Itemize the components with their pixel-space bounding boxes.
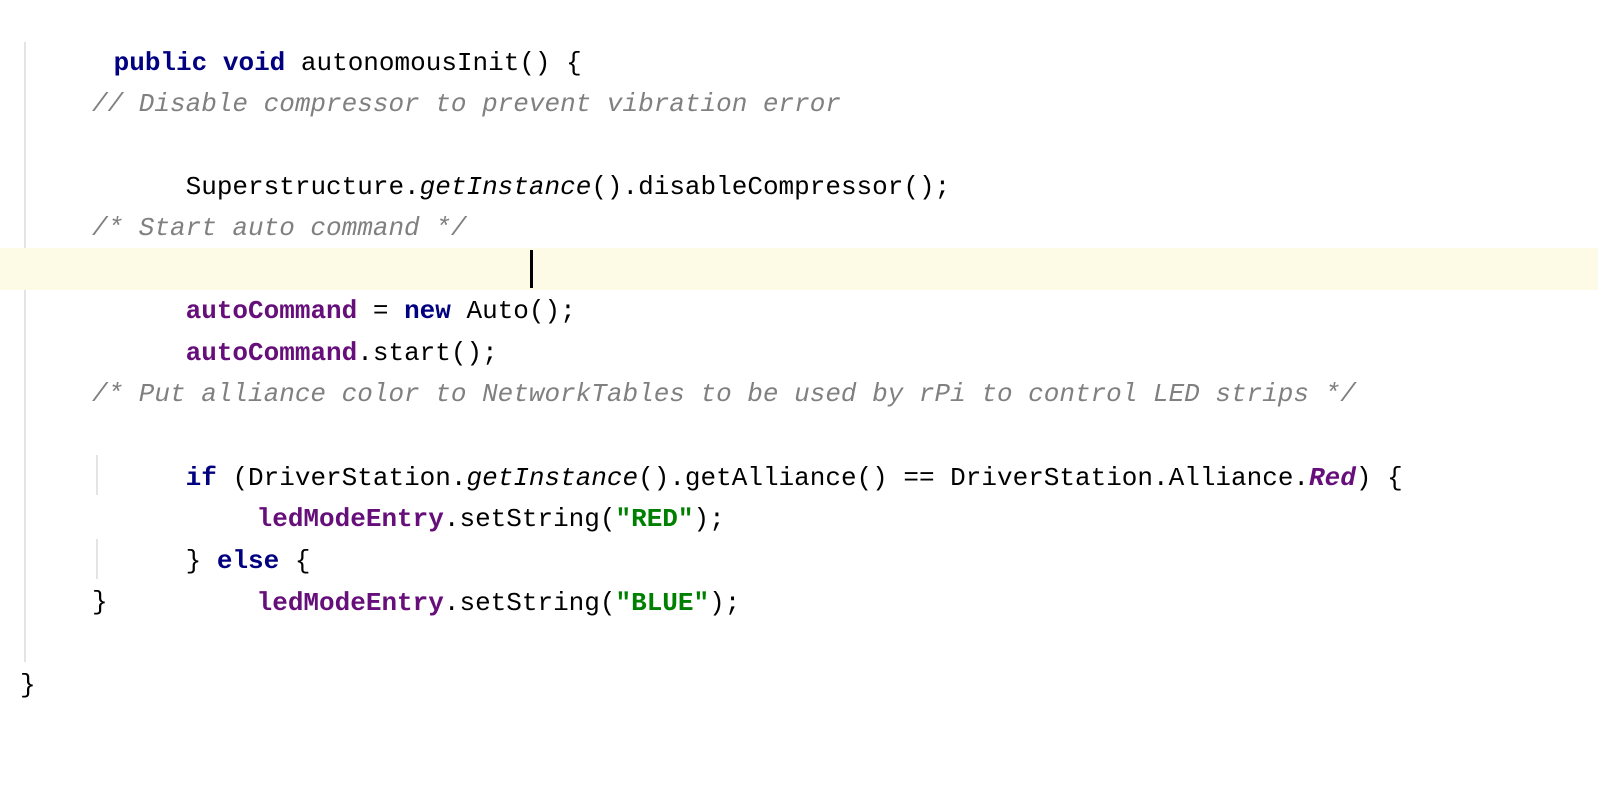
code-line-7-current[interactable]: autoCommand = new Auto(); — [0, 248, 1598, 326]
text-caret — [530, 250, 533, 288]
method-close-brace: } — [20, 670, 36, 700]
static-method-call: getInstance — [419, 172, 592, 202]
code-line-11[interactable]: if (DriverStation.getInstance().getAllia… — [0, 415, 1598, 493]
code-line-10[interactable]: /* Put alliance color to NetworkTables t… — [0, 373, 1598, 415]
code-line-17[interactable]: } — [0, 664, 1598, 706]
keyword-public: public — [113, 48, 208, 78]
code-line-14[interactable]: ledModeEntry.setString("BLUE"); — [0, 540, 1598, 618]
field-autoCommand: autoCommand — [185, 338, 358, 368]
code-line-4[interactable]: Superstructure.getInstance().disableComp… — [0, 124, 1598, 202]
method-signature: autonomousInit() { — [300, 48, 582, 78]
code-line-15[interactable]: } — [0, 581, 1598, 623]
code-line-13[interactable]: } else { — [0, 498, 1598, 576]
class-reference: Superstructure. — [185, 172, 420, 202]
comment-alliance-color: /* Put alliance color to NetworkTables t… — [92, 379, 1356, 409]
code-line-6[interactable]: /* Start auto command */ — [0, 207, 1598, 249]
code-line-8[interactable]: autoCommand.start(); — [0, 290, 1598, 368]
method-call-start: .start(); — [357, 338, 498, 368]
close-brace: } — [92, 587, 108, 617]
keyword-void: void — [222, 48, 286, 78]
code-editor[interactable]: public void autonomousInit() { // Disabl… — [0, 0, 1598, 733]
code-line-1[interactable]: public void autonomousInit() { — [0, 0, 1598, 78]
code-line-3[interactable]: // Disable compressor to prevent vibrati… — [0, 83, 1598, 125]
comment-start-auto: /* Start auto command */ — [92, 213, 467, 243]
method-call-rest: ().disableCompressor(); — [591, 172, 951, 202]
code-line-12[interactable]: ledModeEntry.setString("RED"); — [0, 456, 1598, 534]
comment-disable-compressor: // Disable compressor to prevent vibrati… — [92, 89, 841, 119]
